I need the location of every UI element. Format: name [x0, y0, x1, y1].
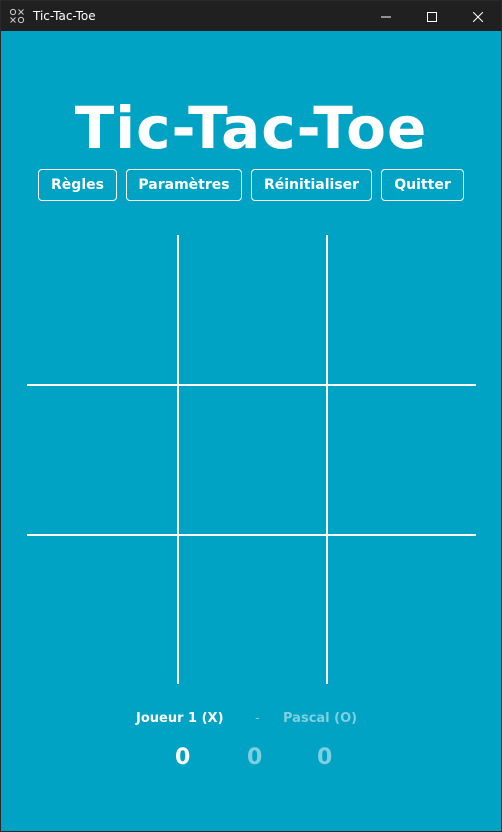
app-title: Tic-Tac-Toe	[74, 94, 428, 162]
game-board	[27, 235, 476, 684]
board-cell[interactable]	[177, 385, 326, 534]
menu-bar: Règles Paramètres Réinitialiser Quitter	[1, 169, 501, 201]
quit-button[interactable]: Quitter	[381, 169, 464, 201]
draws-score: 0	[247, 745, 263, 770]
tic-tac-toe-icon	[9, 8, 25, 24]
player2-label: Pascal (O)	[283, 711, 358, 726]
grid-line-horizontal	[27, 384, 476, 386]
board-cell[interactable]	[177, 535, 326, 684]
window-controls	[363, 1, 501, 31]
board-cell[interactable]	[27, 235, 176, 384]
app-window: Tic-Tac-Toe Tic-Tac-Toe Règles Paramètre…	[0, 0, 502, 832]
grid-line-vertical	[177, 235, 179, 684]
window-title: Tic-Tac-Toe	[33, 9, 96, 23]
title-bar[interactable]: Tic-Tac-Toe	[1, 1, 501, 31]
minimize-icon	[381, 7, 391, 26]
player2-score: 0	[317, 745, 333, 770]
player1-score: 0	[175, 745, 191, 770]
player1-label: Joueur 1 (X)	[136, 711, 224, 726]
rules-button[interactable]: Règles	[38, 169, 117, 201]
settings-button[interactable]: Paramètres	[126, 169, 242, 201]
close-icon	[472, 7, 484, 26]
close-button[interactable]	[455, 1, 501, 31]
board-cell[interactable]	[27, 535, 176, 684]
maximize-button[interactable]	[409, 1, 455, 31]
board-cell[interactable]	[327, 385, 476, 534]
grid-line-horizontal	[27, 534, 476, 536]
board-cell[interactable]	[177, 235, 326, 384]
maximize-icon	[427, 7, 437, 26]
minimize-button[interactable]	[363, 1, 409, 31]
board-cell[interactable]	[27, 385, 176, 534]
score-separator: -	[255, 711, 260, 726]
board-cell[interactable]	[327, 535, 476, 684]
board-cell[interactable]	[327, 235, 476, 384]
grid-line-vertical	[326, 235, 328, 684]
reset-button[interactable]: Réinitialiser	[251, 169, 372, 201]
